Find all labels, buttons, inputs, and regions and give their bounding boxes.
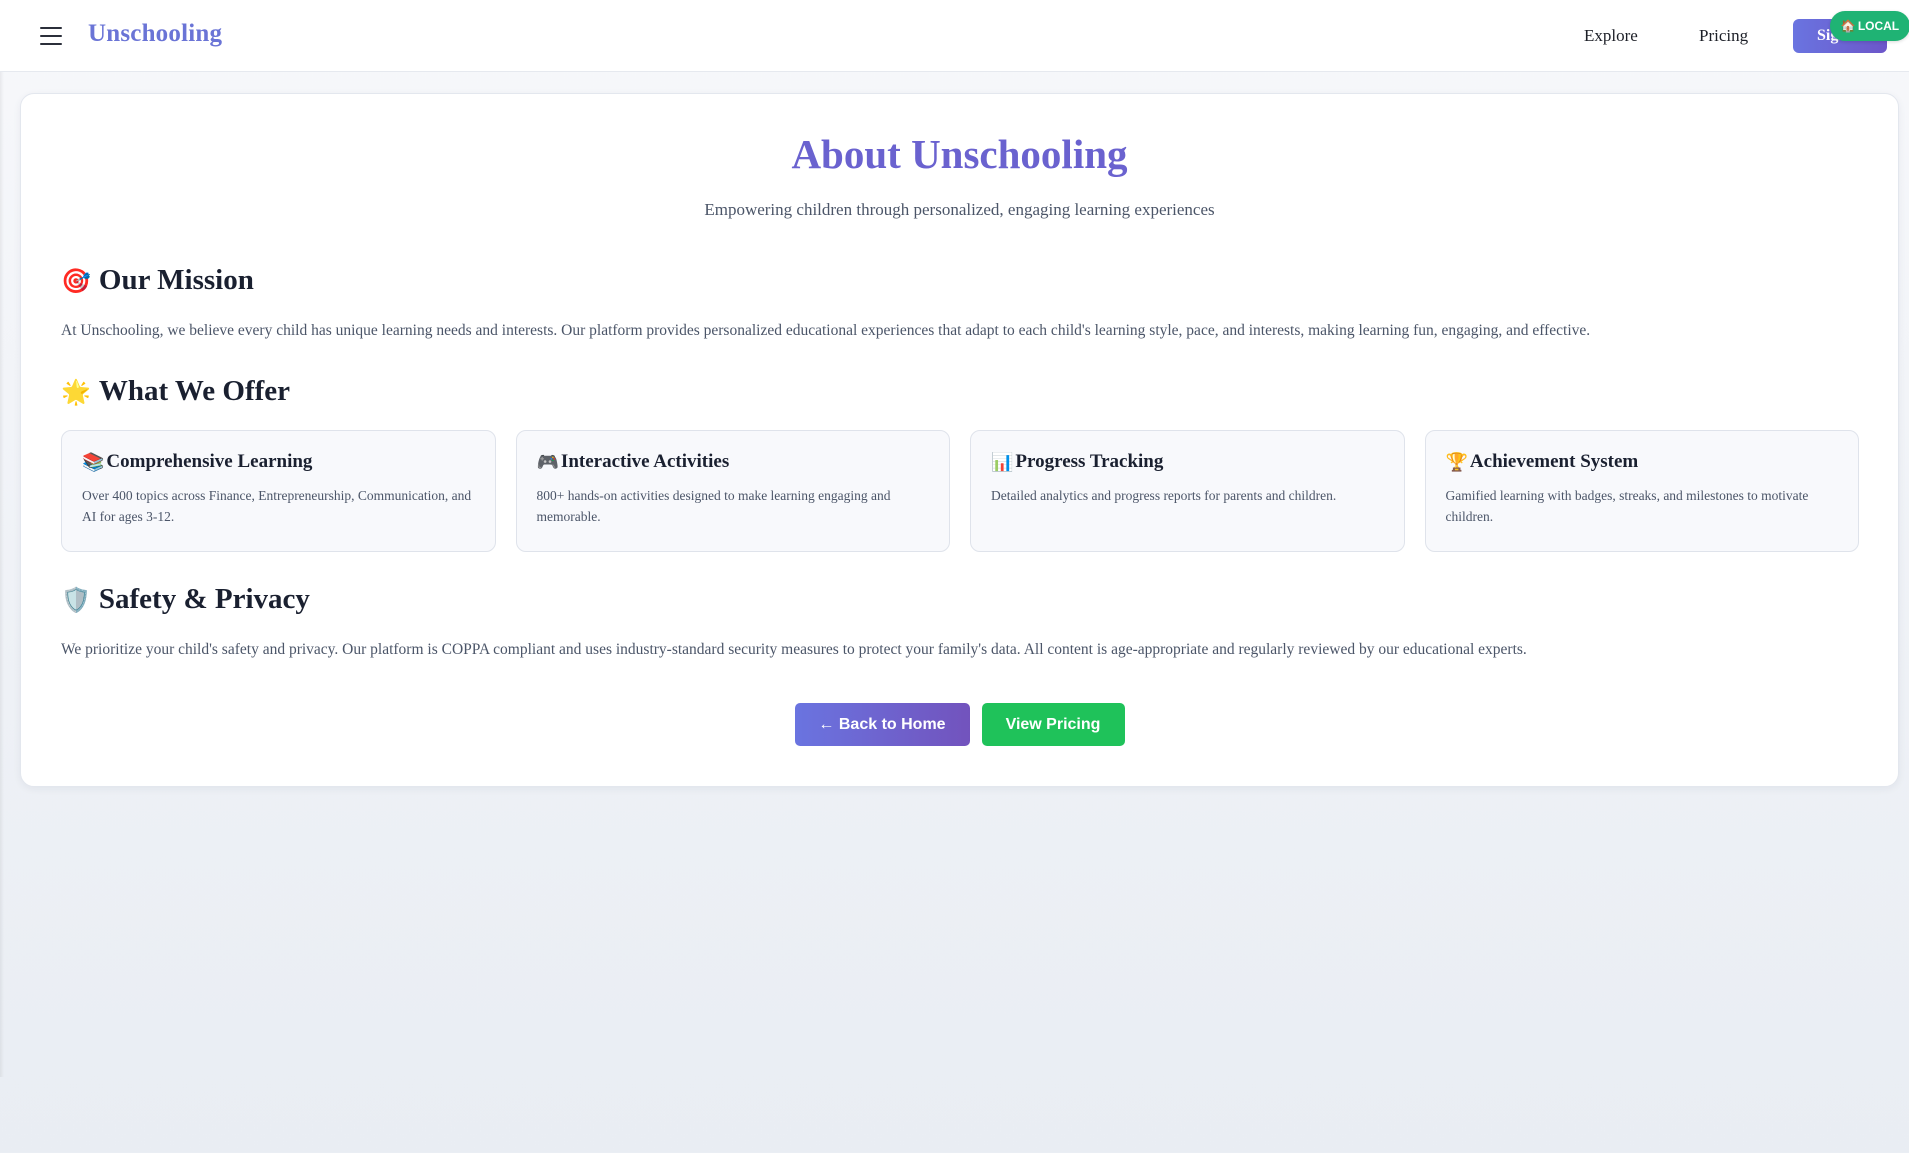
offer-card-progress-tracking: 📊 Progress Tracking Detailed analytics a… [970,430,1405,552]
local-environment-badge: 🏠 LOCAL [1830,11,1909,41]
nav-explore-link[interactable]: Explore [1584,26,1638,46]
view-pricing-button[interactable]: View Pricing [981,703,1125,746]
offer-card-interactive-activities: 🎮 Interactive Activities 800+ hands-on a… [515,430,950,552]
target-icon: 🎯 [61,266,91,295]
offer-card-title-label: Achievement System [1469,451,1639,472]
offer-card-title: 📚 Comprehensive Learning [82,451,475,473]
bar-chart-icon: 📊 [991,451,1014,473]
offer-heading-label: What We Offer [98,375,291,407]
action-buttons: ← Back to Home View Pricing [21,703,1898,746]
trophy-icon: 🏆 [1445,451,1468,473]
brand-logo[interactable]: Unschooling [88,20,222,48]
safety-heading: 🛡️ Safety & Privacy [61,583,310,616]
offer-card-description: Over 400 topics across Finance, Entrepre… [82,488,472,524]
star-icon: 🌟 [61,377,91,406]
offer-card-comprehensive-learning: 📚 Comprehensive Learning Over 400 topics… [61,430,496,552]
offer-card-title-label: Comprehensive Learning [106,451,313,472]
home-icon: 🏠 [1840,19,1856,33]
offer-card-title-label: Interactive Activities [560,451,730,472]
offer-grid: 📚 Comprehensive Learning Over 400 topics… [61,430,1859,552]
left-edge-shadow [0,72,4,1077]
shield-icon: 🛡️ [61,585,91,614]
mission-text: At Unschooling, we believe every child h… [61,322,1591,339]
hamburger-menu-icon[interactable] [38,24,64,48]
safety-text: We prioritize your child's safety and pr… [61,641,1527,658]
offer-card-title-label: Progress Tracking [1015,451,1164,472]
offer-card-title: 🎮 Interactive Activities [537,451,930,473]
books-icon: 📚 [82,451,105,473]
safety-heading-label: Safety & Privacy [98,583,310,615]
local-badge-label: LOCAL [1857,19,1900,33]
offer-card-description: Detailed analytics and progress reports … [991,488,1337,503]
offer-card-description: 800+ hands-on activities designed to mak… [536,488,891,524]
game-controller-icon: 🎮 [536,451,559,473]
offer-card-title: 🏆 Achievement System [1446,451,1839,473]
offer-card-achievement-system: 🏆 Achievement System Gamified learning w… [1424,430,1859,552]
back-to-home-button[interactable]: ← Back to Home [794,703,970,746]
offer-card-description: Gamified learning with badges, streaks, … [1445,488,1809,524]
top-navbar: Unschooling Explore Pricing Sign 🏠 LOCAL [0,0,1909,72]
page-subtitle: Empowering children through personalized… [704,200,1215,219]
mission-heading-label: Our Mission [98,264,254,296]
offer-heading: 🌟 What We Offer [61,375,290,408]
about-card: About Unschooling Empowering children th… [20,93,1899,787]
mission-heading: 🎯 Our Mission [61,264,254,297]
offer-card-title: 📊 Progress Tracking [991,451,1384,473]
page-title: About Unschooling [791,131,1128,177]
nav-pricing-link[interactable]: Pricing [1699,26,1748,46]
